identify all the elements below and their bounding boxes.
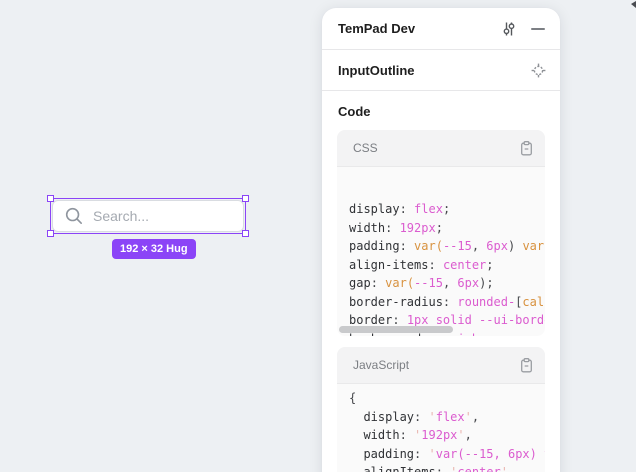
code-line: padding: var(--15, 6px) var(-- [349, 237, 545, 256]
code-section: Code CSS display: flex;width: 192px;padd… [322, 91, 560, 472]
copy-icon[interactable] [518, 140, 534, 156]
code-line: padding: 'var(--15, 6px) var [349, 445, 545, 464]
css-block-label: CSS [353, 141, 518, 155]
panel-header: TemPad Dev [322, 8, 560, 50]
javascript-block-header: JavaScript [337, 347, 545, 384]
size-badge: 192 × 32 Hug [112, 239, 196, 259]
component-name: InputOutline [338, 63, 530, 78]
javascript-code-block: JavaScript { display: 'flex', width: '19… [337, 347, 545, 472]
javascript-code-body[interactable]: { display: 'flex', width: '192px', paddi… [337, 384, 545, 472]
sliders-icon[interactable] [501, 21, 517, 37]
code-line: { [349, 389, 545, 408]
horizontal-scrollbar[interactable] [339, 326, 453, 333]
minimize-icon[interactable] [530, 21, 546, 37]
code-line: align-items: center; [349, 256, 545, 275]
code-section-label: Code [337, 104, 545, 119]
panel-title: TemPad Dev [338, 21, 501, 36]
css-block-header: CSS [337, 130, 545, 167]
selection-handle-top-right[interactable] [242, 195, 249, 202]
cursor [631, 1, 636, 8]
code-line: width: 192px; [349, 219, 545, 238]
magnifier-icon [65, 207, 83, 225]
code-line: alignItems: 'center', [349, 463, 545, 472]
selection-handle-bottom-right[interactable] [242, 230, 249, 237]
code-line: width: '192px', [349, 426, 545, 445]
locate-icon[interactable] [530, 62, 546, 78]
search-input-element[interactable]: Search... [52, 200, 244, 232]
tempad-dev-panel: TemPad Dev InputOutline [322, 8, 560, 472]
css-code-block: CSS display: flex;width: 192px;padding: … [337, 130, 545, 336]
code-line: display: 'flex', [349, 408, 545, 427]
code-line: border-radius: rounded-[calc(v [349, 293, 545, 312]
selection-handle-top-left[interactable] [47, 195, 54, 202]
search-placeholder-text: Search... [93, 208, 149, 224]
javascript-block-label: JavaScript [353, 358, 518, 372]
code-line: display: flex; [349, 200, 545, 219]
css-code-body[interactable]: display: flex;width: 192px;padding: var(… [337, 167, 545, 336]
selection-handle-bottom-left[interactable] [47, 230, 54, 237]
copy-icon[interactable] [518, 357, 534, 373]
code-line: gap: var(--15, 6px); [349, 274, 545, 293]
selected-component-row: InputOutline [322, 50, 560, 91]
